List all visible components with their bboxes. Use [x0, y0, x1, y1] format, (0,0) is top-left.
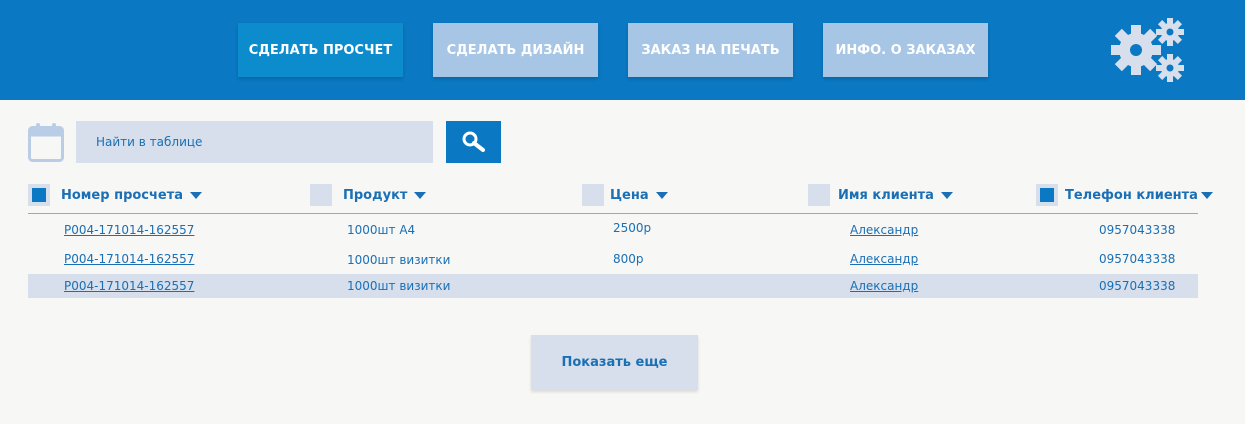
column-checkbox-number[interactable]: [28, 184, 50, 206]
column-label-client: Имя клиента: [838, 187, 934, 203]
column-header-client[interactable]: Имя клиента: [808, 184, 953, 206]
product-cell: 1000шт визитки: [347, 253, 451, 267]
phone-cell: 0957043338: [1099, 223, 1176, 237]
phone-cell: 0957043338: [1099, 252, 1176, 266]
search-icon: [462, 131, 485, 152]
column-header-price[interactable]: Цена: [582, 184, 668, 206]
product-cell: 1000шт А4: [347, 223, 416, 237]
calendar-icon[interactable]: [28, 122, 64, 162]
table-row[interactable]: P004-171014-162557 1000шт визитки 800р А…: [28, 247, 1198, 271]
gears-icon[interactable]: [1110, 16, 1186, 84]
calc-number-link[interactable]: P004-171014-162557: [64, 247, 194, 271]
phone-cell: 0957043338: [1099, 279, 1176, 293]
column-checkbox-client[interactable]: [808, 184, 830, 206]
sort-caret-icon[interactable]: [414, 191, 427, 199]
column-header-product[interactable]: Продукт: [310, 184, 427, 206]
client-name-link[interactable]: Александр: [850, 274, 918, 298]
column-label-product: Продукт: [343, 187, 408, 203]
search-button[interactable]: [446, 121, 501, 163]
column-checkbox-price[interactable]: [582, 184, 604, 206]
tab-make-design[interactable]: СДЕЛАТЬ ДИЗАЙН: [433, 23, 598, 77]
calc-number-link[interactable]: P004-171014-162557: [64, 218, 194, 242]
tab-make-calculation[interactable]: СДЕЛАТЬ ПРОСЧЕТ: [238, 23, 403, 77]
sort-caret-icon[interactable]: [1200, 191, 1213, 199]
tab-print-order[interactable]: ЗАКАЗ НА ПЕЧАТЬ: [628, 23, 793, 77]
sort-caret-icon[interactable]: [940, 191, 953, 199]
calc-number-link[interactable]: P004-171014-162557: [64, 274, 194, 298]
price-cell: 800р: [613, 252, 644, 266]
column-header-phone[interactable]: Телефон клиента: [1036, 184, 1213, 206]
show-more-button[interactable]: Показать еще: [531, 335, 698, 390]
column-checkbox-product[interactable]: [310, 184, 332, 206]
column-label-phone: Телефон клиента: [1065, 187, 1198, 203]
column-label-number: Номер просчета: [61, 187, 184, 203]
table-search-input[interactable]: [76, 121, 433, 163]
table-row[interactable]: P004-171014-162557 1000шт А4 2500р Алекс…: [28, 218, 1198, 242]
column-checkbox-phone[interactable]: [1036, 184, 1058, 206]
column-label-price: Цена: [610, 187, 649, 203]
column-header-number[interactable]: Номер просчета: [28, 184, 203, 206]
table-row-selected[interactable]: P004-171014-162557 1000шт визитки Алекса…: [28, 274, 1198, 298]
price-cell: 2500р: [613, 221, 652, 235]
top-nav-bar: СДЕЛАТЬ ПРОСЧЕТ СДЕЛАТЬ ДИЗАЙН ЗАКАЗ НА …: [0, 0, 1245, 100]
header-divider: [28, 213, 1198, 214]
sort-caret-icon[interactable]: [190, 191, 203, 199]
client-name-link[interactable]: Александр: [850, 218, 918, 242]
client-name-link[interactable]: Александр: [850, 247, 918, 271]
product-cell: 1000шт визитки: [347, 279, 451, 293]
sort-caret-icon[interactable]: [655, 191, 668, 199]
tab-orders-info[interactable]: ИНФО. О ЗАКАЗАХ: [823, 23, 988, 77]
